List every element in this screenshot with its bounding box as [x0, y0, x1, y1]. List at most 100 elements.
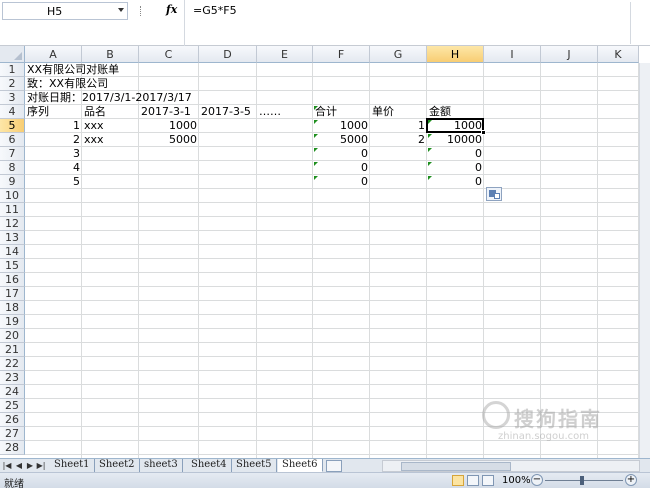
row-header-28[interactable]: 28: [0, 441, 25, 455]
row-header-26[interactable]: 26: [0, 413, 25, 427]
column-header-j[interactable]: J: [541, 46, 598, 63]
horizontal-scrollbar[interactable]: [382, 460, 640, 472]
column-header-a[interactable]: A: [25, 46, 82, 63]
prev-sheet-icon[interactable]: ◀: [14, 460, 24, 472]
row-header-15[interactable]: 15: [0, 259, 25, 273]
row-header-11[interactable]: 11: [0, 203, 25, 217]
cell-a1[interactable]: XX有限公司对账单: [25, 63, 121, 77]
select-all-corner[interactable]: [0, 46, 25, 63]
formula-input[interactable]: =G5*F5: [184, 0, 640, 46]
cell-a2[interactable]: 致：XX有限公司: [25, 77, 110, 91]
normal-view-icon[interactable]: [452, 475, 464, 486]
error-indicator-icon[interactable]: [428, 176, 432, 180]
row-header-8[interactable]: 8: [0, 161, 25, 175]
paste-options-icon[interactable]: [486, 187, 502, 201]
row-header-21[interactable]: 21: [0, 343, 25, 357]
last-sheet-icon[interactable]: ▶|: [36, 460, 46, 472]
cell-b4[interactable]: 品名: [82, 105, 108, 119]
error-indicator-icon[interactable]: [428, 134, 432, 138]
row-header-9[interactable]: 9: [0, 175, 25, 189]
row-header-4[interactable]: 4: [0, 105, 25, 119]
cell-c5[interactable]: 1000: [139, 119, 199, 133]
cell-a6[interactable]: 2: [25, 133, 82, 147]
row-header-14[interactable]: 14: [0, 245, 25, 259]
row-header-3[interactable]: 3: [0, 91, 25, 105]
row-header-27[interactable]: 27: [0, 427, 25, 441]
resize-grip[interactable]: [140, 6, 142, 16]
row-header-16[interactable]: 16: [0, 273, 25, 287]
cell-c6[interactable]: 5000: [139, 133, 199, 147]
cell-f7[interactable]: 0: [313, 147, 370, 161]
zoom-in-icon[interactable]: +: [625, 474, 637, 486]
fill-handle[interactable]: [481, 130, 486, 135]
cell-g4[interactable]: 单价: [370, 105, 396, 119]
error-indicator-icon[interactable]: [314, 120, 318, 124]
zoom-slider[interactable]: [545, 480, 623, 481]
error-indicator-icon[interactable]: [314, 162, 318, 166]
cell-b6[interactable]: xxx: [82, 133, 106, 147]
zoom-out-icon[interactable]: −: [531, 474, 543, 486]
cell-f6[interactable]: 5000: [313, 133, 370, 147]
sheet-tab-sheet4[interactable]: Sheet4: [187, 459, 232, 472]
insert-sheet-icon[interactable]: [326, 460, 342, 472]
column-header-c[interactable]: C: [139, 46, 199, 63]
error-indicator-icon[interactable]: [428, 148, 432, 152]
cell-a5[interactable]: 1: [25, 119, 82, 133]
error-indicator-icon[interactable]: [314, 148, 318, 152]
cell-a7[interactable]: 3: [25, 147, 82, 161]
name-box-dropdown-icon[interactable]: [118, 8, 124, 12]
column-header-k[interactable]: K: [598, 46, 639, 63]
cell-h8[interactable]: 0: [427, 161, 484, 175]
row-header-24[interactable]: 24: [0, 385, 25, 399]
row-header-25[interactable]: 25: [0, 399, 25, 413]
cell-c4[interactable]: 2017-3-1: [139, 105, 193, 119]
error-indicator-icon[interactable]: [428, 162, 432, 166]
row-header-13[interactable]: 13: [0, 231, 25, 245]
row-header-20[interactable]: 20: [0, 329, 25, 343]
page-break-view-icon[interactable]: [482, 475, 494, 486]
row-header-2[interactable]: 2: [0, 77, 25, 91]
cell-a9[interactable]: 5: [25, 175, 82, 189]
cell-f8[interactable]: 0: [313, 161, 370, 175]
row-header-7[interactable]: 7: [0, 147, 25, 161]
row-header-12[interactable]: 12: [0, 217, 25, 231]
column-header-e[interactable]: E: [257, 46, 313, 63]
cell-g5[interactable]: 1: [370, 119, 427, 133]
row-header-19[interactable]: 19: [0, 315, 25, 329]
row-header-23[interactable]: 23: [0, 371, 25, 385]
scroll-thumb[interactable]: [401, 462, 511, 471]
cell-b5[interactable]: xxx: [82, 119, 106, 133]
row-header-6[interactable]: 6: [0, 133, 25, 147]
first-sheet-icon[interactable]: |◀: [2, 460, 12, 472]
row-header-5[interactable]: 5: [0, 119, 25, 133]
row-header-10[interactable]: 10: [0, 189, 25, 203]
row-header-22[interactable]: 22: [0, 357, 25, 371]
cell-h4[interactable]: 金额: [427, 105, 453, 119]
column-header-h[interactable]: H: [427, 46, 484, 63]
sheet-tab-sheet2[interactable]: Sheet2: [95, 459, 140, 472]
cell-a8[interactable]: 4: [25, 161, 82, 175]
error-indicator-icon[interactable]: [314, 134, 318, 138]
zoom-slider-thumb[interactable]: [580, 476, 584, 485]
cell-h7[interactable]: 0: [427, 147, 484, 161]
column-header-d[interactable]: D: [199, 46, 257, 63]
cell-f5[interactable]: 1000: [313, 119, 370, 133]
page-layout-view-icon[interactable]: [467, 475, 479, 486]
column-header-g[interactable]: G: [370, 46, 427, 63]
insert-function-icon[interactable]: fx: [166, 3, 177, 16]
column-header-i[interactable]: I: [484, 46, 541, 63]
cell-d4[interactable]: 2017-3-5: [199, 105, 253, 119]
next-sheet-icon[interactable]: ▶: [25, 460, 35, 472]
formula-bar-scroll[interactable]: [630, 2, 638, 44]
sheet-tab-sheet6[interactable]: Sheet6: [278, 459, 323, 472]
row-header-1[interactable]: 1: [0, 63, 25, 77]
sheet-tab-sheet5[interactable]: Sheet5: [232, 459, 277, 472]
error-indicator-icon[interactable]: [314, 106, 318, 110]
name-box[interactable]: H5: [2, 2, 128, 20]
error-indicator-icon[interactable]: [314, 176, 318, 180]
cell-h9[interactable]: 0: [427, 175, 484, 189]
vertical-scrollbar[interactable]: [639, 63, 650, 458]
column-header-b[interactable]: B: [82, 46, 139, 63]
sheet-tab-sheet3[interactable]: sheet3: [140, 459, 183, 472]
cell-e4[interactable]: ……: [257, 105, 283, 119]
